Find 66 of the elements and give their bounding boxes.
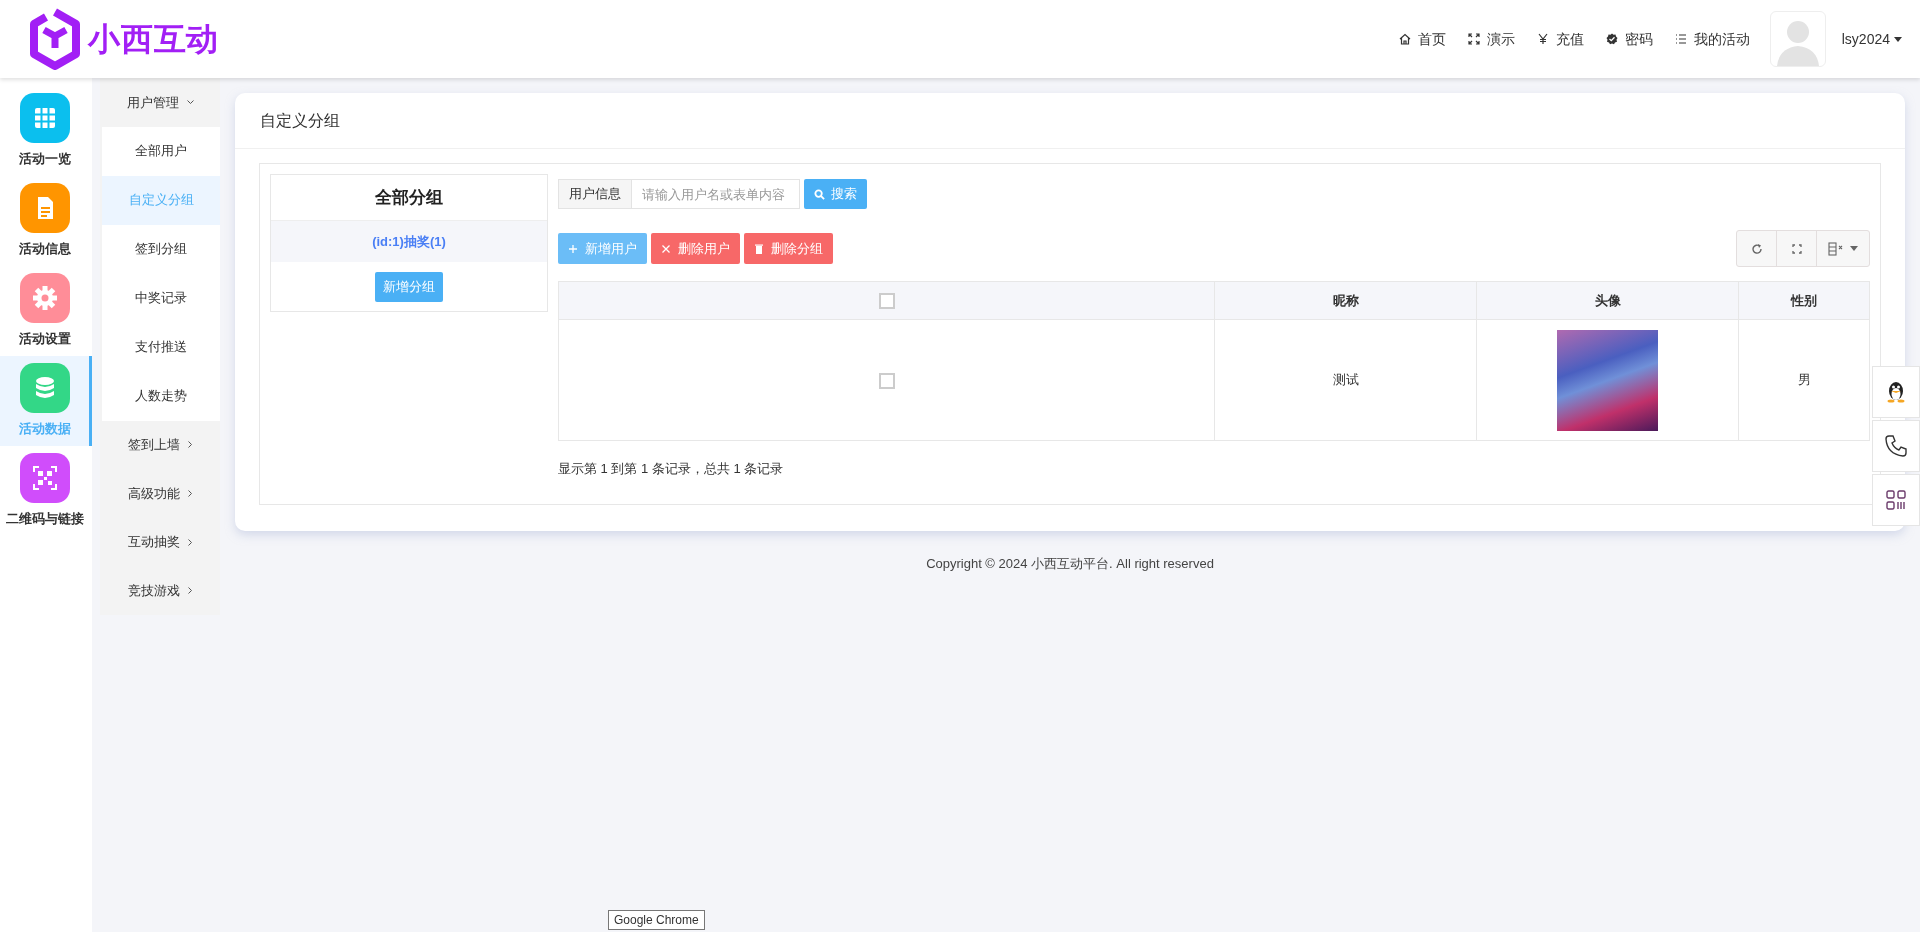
- logo-icon: [30, 8, 80, 70]
- trash-icon: [754, 243, 764, 254]
- user-menu[interactable]: lsy2024: [1841, 28, 1902, 50]
- submenu-item[interactable]: 全部用户: [102, 126, 220, 176]
- chevron-right-icon: [187, 441, 193, 449]
- list-icon: [1674, 33, 1687, 45]
- chevron-right-icon: [187, 490, 193, 497]
- phone-icon: [1884, 434, 1908, 458]
- penguin-chat-button[interactable]: [1872, 366, 1920, 418]
- submenu-item[interactable]: 人数走势: [102, 371, 220, 421]
- search-field[interactable]: 请输入用户名或表单内容: [632, 179, 800, 209]
- phone-button[interactable]: [1872, 420, 1920, 472]
- sidebar-label: 活动一览: [18, 150, 71, 169]
- checkbox[interactable]: [878, 293, 895, 310]
- caret-icon: [1894, 36, 1902, 42]
- sidebar-label: 活动数据: [18, 420, 71, 439]
- sidebar-item[interactable]: 活动设置: [0, 266, 92, 356]
- table-cell: 男: [1738, 319, 1870, 441]
- penguin-icon: [1885, 380, 1907, 404]
- chevron-right-icon: [187, 587, 193, 595]
- browser-tooltip: Google Chrome: [608, 910, 705, 930]
- nav-link[interactable]: 密码: [1605, 28, 1653, 50]
- home-icon: [1398, 33, 1411, 45]
- qr-code-icon: [1886, 490, 1906, 510]
- table-cell: 测试: [1214, 319, 1477, 441]
- submenu-group[interactable]: 竞技游戏: [100, 566, 220, 615]
- fullscreen-icon: [1791, 243, 1802, 254]
- refresh-icon: [1750, 242, 1763, 255]
- nav-link[interactable]: 演示: [1467, 28, 1515, 50]
- search-icon: [814, 188, 825, 200]
- checkbox[interactable]: [878, 372, 895, 389]
- copyright-text: Copyright © 2024 小西互动平台. All right reserved: [925, 555, 1215, 573]
- column-header: 性别: [1738, 281, 1870, 320]
- close-icon: [661, 243, 671, 254]
- chevron-right-icon: [187, 538, 193, 546]
- submenu-item[interactable]: 中奖记录: [102, 273, 220, 323]
- qr-code-button[interactable]: [1872, 474, 1920, 526]
- sidebar-label: 活动信息: [18, 240, 71, 259]
- column-header: 昵称: [1214, 281, 1477, 320]
- sidebar-label: 活动设置: [18, 330, 71, 349]
- submenu-item[interactable]: 支付推送: [102, 322, 220, 372]
- nav-link[interactable]: 充值: [1536, 28, 1584, 50]
- nav-link[interactable]: 首页: [1398, 28, 1446, 50]
- avatar-placeholder[interactable]: [1769, 11, 1826, 67]
- sidebar-item[interactable]: 活动一览: [0, 86, 92, 176]
- plus-icon: [568, 243, 578, 254]
- submenu-group[interactable]: 签到上墙: [100, 420, 220, 470]
- brand-name: 小西互动: [88, 20, 220, 59]
- check-badge-icon: [1605, 33, 1618, 45]
- search-label: 用户信息: [558, 179, 632, 209]
- caret-icon: [1850, 246, 1858, 251]
- page-title: 自定义分组: [260, 110, 340, 131]
- group-title: 全部分组: [375, 186, 443, 209]
- submenu-item[interactable]: 签到分组: [102, 224, 220, 274]
- sidebar-item[interactable]: 活动信息: [0, 176, 92, 266]
- column-header: 头像: [1476, 281, 1739, 320]
- submenu-group[interactable]: 互动抽奖: [100, 517, 220, 567]
- pagination-info: 显示第 1 到第 1 条记录，总共 1 条记录: [558, 460, 785, 478]
- submenu-group[interactable]: 用户管理: [100, 78, 220, 127]
- expand-icon: [1467, 33, 1480, 45]
- sidebar-item[interactable]: 二维码与链接: [0, 446, 92, 536]
- nav-link[interactable]: 我的活动: [1674, 28, 1750, 50]
- yen-icon: [1536, 33, 1549, 45]
- chevron-down-icon: [186, 99, 194, 105]
- submenu-group[interactable]: 高级功能: [100, 469, 220, 518]
- sidebar-label: 二维码与链接: [5, 510, 84, 529]
